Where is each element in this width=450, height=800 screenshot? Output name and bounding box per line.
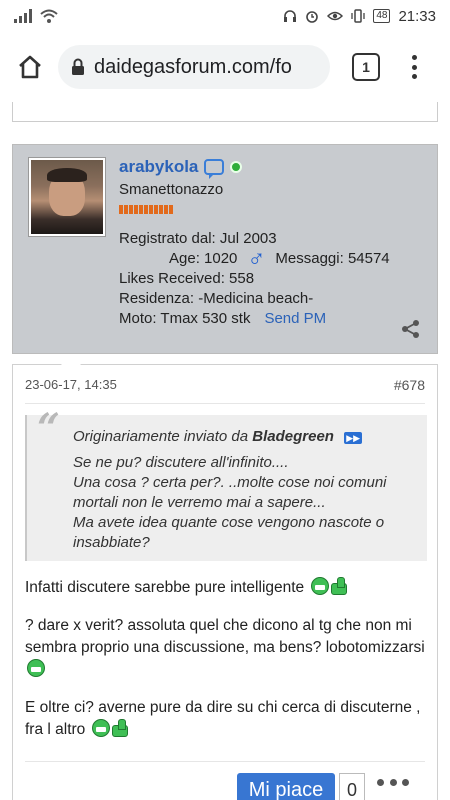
like-button[interactable]: Mi piace bbox=[237, 773, 335, 800]
share-icon[interactable] bbox=[401, 319, 421, 339]
user-details: Registrato dal: Jul 2003 Age: 1020 ♂ Messa… bbox=[119, 229, 390, 329]
moto-row: Moto: Tmax 530 stk Send PM bbox=[119, 309, 390, 329]
reputation-bar bbox=[119, 205, 173, 214]
post-number-link[interactable]: #678 bbox=[394, 377, 425, 393]
url-text: daidegasforum.com/fo bbox=[94, 55, 292, 78]
post-paragraph: Infatti discutere sarebbe pure intellige… bbox=[25, 577, 429, 599]
age-messages-row: Age: 1020 ♂ Messaggi: 54574 bbox=[119, 247, 390, 271]
user-age: Age: 1020 bbox=[169, 250, 238, 267]
online-dot-icon bbox=[230, 161, 243, 173]
grin-smiley-icon bbox=[27, 659, 45, 677]
view-post-icon[interactable]: ▶▶ bbox=[344, 432, 363, 444]
post-text: ? dare x verit? assoluta quel che dicono… bbox=[25, 617, 425, 656]
user-moto: Moto: Tmax 530 stk bbox=[119, 310, 251, 327]
quote-line: Ma avete idea quante cose vengono nascot… bbox=[73, 514, 385, 551]
avatar[interactable] bbox=[28, 157, 106, 237]
more-vert-icon[interactable] bbox=[404, 52, 424, 82]
quote-line: Se ne pu? discutere all'infinito.... bbox=[73, 454, 289, 471]
vibrate-icon bbox=[351, 9, 365, 23]
address-bar[interactable]: daidegasforum.com/fo bbox=[58, 45, 330, 89]
previous-post-footer bbox=[12, 102, 438, 122]
post-pointer bbox=[61, 354, 81, 365]
thumbs-up-icon bbox=[329, 577, 349, 595]
avatar-photo bbox=[31, 160, 103, 234]
status-right: 48 21:33 bbox=[283, 8, 436, 25]
post-text: E oltre ci? averne pure da dire su chi c… bbox=[25, 699, 421, 738]
post: 23-06-17, 14:35 #678 “ Originariamente i… bbox=[12, 354, 438, 800]
page-content: arabykola Smanettonazzo Registrato dal: … bbox=[0, 102, 450, 800]
quote-header: Originariamente inviato da Bladegreen ▶▶ bbox=[73, 427, 415, 447]
headset-icon bbox=[284, 10, 297, 22]
tab-switcher-button[interactable]: 1 bbox=[352, 53, 380, 81]
post-paragraph: E oltre ci? averne pure da dire su chi c… bbox=[25, 697, 429, 741]
home-button[interactable] bbox=[10, 47, 50, 87]
send-pm-link[interactable]: Send PM bbox=[264, 310, 326, 327]
status-left bbox=[14, 9, 58, 23]
quote-prefix: Originariamente inviato da bbox=[73, 428, 249, 445]
signal-icon bbox=[14, 9, 32, 23]
home-icon bbox=[19, 55, 41, 79]
post-header-divider bbox=[25, 403, 425, 404]
wifi-icon bbox=[40, 9, 58, 23]
lock-icon bbox=[72, 58, 84, 75]
user-residence: Residenza: -Medicina beach- bbox=[119, 290, 314, 307]
chat-icon[interactable] bbox=[204, 159, 225, 179]
eye-icon bbox=[327, 11, 344, 21]
grin-smiley-icon bbox=[91, 719, 110, 737]
alarm-icon bbox=[306, 11, 319, 23]
message-count: Messaggi: 54574 bbox=[275, 250, 390, 267]
quote-line: Una cosa ? certa per?. ..molte cose noi … bbox=[73, 474, 387, 511]
browser-toolbar: daidegasforum.com/fo 1 bbox=[0, 32, 450, 102]
male-gender-icon: ♂ bbox=[247, 245, 266, 272]
status-bar: 48 21:33 bbox=[0, 0, 450, 32]
clock-time: 21:33 bbox=[398, 7, 436, 25]
thumbs-up-icon bbox=[110, 719, 130, 737]
post-paragraph: ? dare x verit? assoluta quel che dicono… bbox=[25, 615, 429, 681]
likes-received: Likes Received: 558 bbox=[119, 270, 255, 287]
quote-author: Bladegreen bbox=[252, 428, 334, 445]
post-text: Infatti discutere sarebbe pure intellige… bbox=[25, 579, 305, 596]
more-horiz-icon[interactable] bbox=[377, 775, 409, 789]
user-info-box: arabykola Smanettonazzo Registrato dal: … bbox=[12, 144, 438, 354]
post-footer-divider bbox=[25, 761, 425, 762]
post-date: 23-06-17, 14:35 bbox=[25, 377, 117, 392]
username-row: arabykola bbox=[119, 157, 243, 179]
user-title: Smanettonazzo bbox=[119, 181, 224, 198]
grin-smiley-icon bbox=[310, 577, 329, 595]
quote-block: “ Originariamente inviato da Bladegreen … bbox=[25, 405, 427, 561]
post-body: Infatti discutere sarebbe pure intellige… bbox=[25, 577, 429, 757]
username-link[interactable]: arabykola bbox=[119, 157, 198, 177]
quote-mark-icon: “ bbox=[37, 405, 61, 452]
battery-level: 48 bbox=[373, 9, 391, 23]
like-count: 0 bbox=[339, 773, 365, 800]
